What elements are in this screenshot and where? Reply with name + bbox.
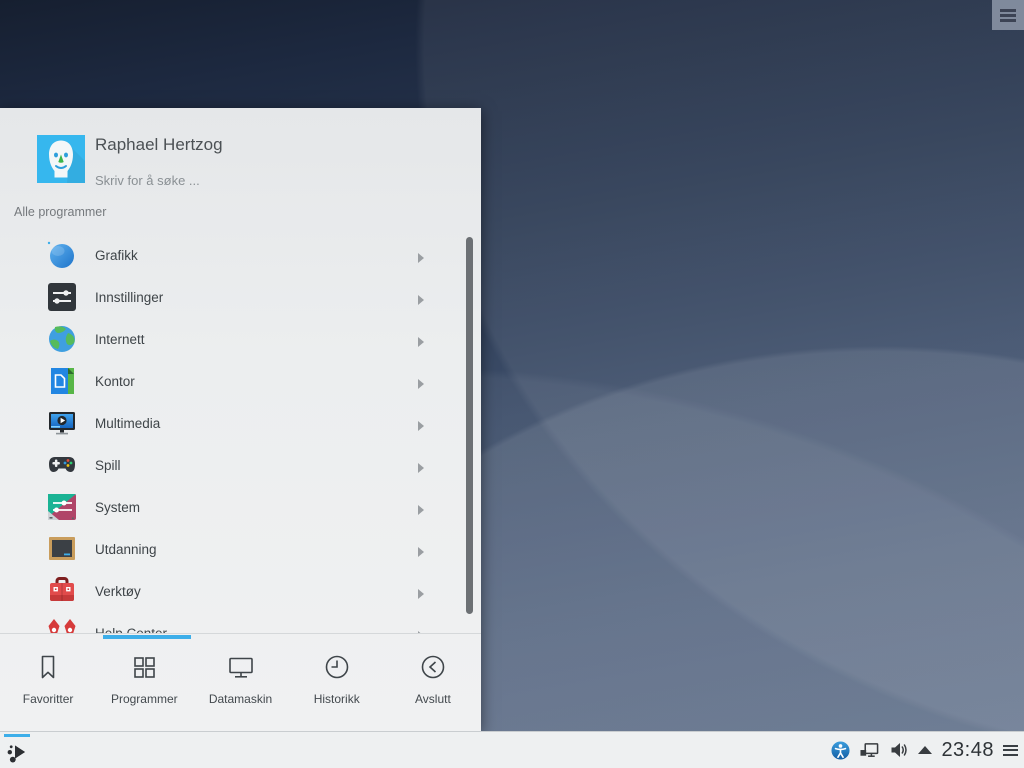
chevron-right-icon [417, 460, 425, 470]
menu-item-system[interactable]: System [0, 486, 481, 528]
tab-historikk[interactable]: Historikk [289, 639, 385, 731]
office-document-icon [46, 365, 78, 397]
accessibility-icon[interactable] [831, 741, 850, 760]
chevron-right-icon [417, 586, 425, 596]
menu-item-kontor[interactable]: Kontor [0, 360, 481, 402]
system-sliders-icon [46, 491, 78, 523]
volume-icon[interactable] [889, 740, 909, 760]
menu-item-innstillinger[interactable]: Innstillinger [0, 276, 481, 318]
settings-sliders-icon [46, 281, 78, 313]
digital-clock[interactable]: 23:48 [941, 739, 994, 762]
chevron-right-icon [417, 376, 425, 386]
chevron-right-icon [417, 544, 425, 554]
chevron-right-icon [417, 334, 425, 344]
chevron-right-icon [417, 418, 425, 428]
computer-icon [225, 651, 257, 683]
kickoff-launcher-menu: Raphael Hertzog Skriv for å søke ... All… [0, 108, 481, 731]
menu-item-internett[interactable]: Internett [0, 318, 481, 360]
kickoff-tab-bar: Favoritter Programmer Datamaskin [0, 639, 481, 731]
tab-favoritter[interactable]: Favoritter [0, 639, 96, 731]
tab-datamaskin[interactable]: Datamaskin [192, 639, 288, 731]
chevron-right-icon [417, 292, 425, 302]
overflow-menu-icon[interactable] [1003, 742, 1018, 758]
bookmark-icon [32, 651, 64, 683]
desktop-toolbox-button[interactable] [992, 0, 1024, 30]
blackboard-icon [46, 533, 78, 565]
tab-avslutt[interactable]: Avslutt [385, 639, 481, 731]
leave-icon [417, 651, 449, 683]
menu-item-help-center[interactable]: Help Center [0, 612, 481, 633]
app-launcher-button[interactable] [4, 732, 32, 768]
screen: Raphael Hertzog Skriv for å søke ... All… [0, 0, 1024, 768]
media-player-icon [46, 407, 78, 439]
tab-bar-divider [0, 633, 481, 634]
menu-item-utdanning[interactable]: Utdanning [0, 528, 481, 570]
menu-item-multimedia[interactable]: Multimedia [0, 402, 481, 444]
user-avatar[interactable] [37, 135, 85, 183]
help-center-icon [46, 617, 78, 633]
network-icon[interactable] [859, 741, 880, 760]
system-tray: 23:48 [831, 732, 1018, 768]
user-name: Raphael Hertzog [95, 135, 223, 155]
hamburger-menu-icon [1000, 7, 1016, 24]
breadcrumb-all-programs: Alle programmer [14, 205, 106, 219]
history-clock-icon [321, 651, 353, 683]
toolbox-icon [46, 575, 78, 607]
menu-item-spill[interactable]: Spill [0, 444, 481, 486]
launcher-active-indicator [4, 734, 30, 737]
menu-item-verktoy[interactable]: Verktøy [0, 570, 481, 612]
expand-up-icon[interactable] [918, 746, 932, 754]
gamepad-icon [46, 449, 78, 481]
chevron-right-icon [417, 502, 425, 512]
scrollbar[interactable] [466, 237, 473, 614]
applications-grid-icon [128, 651, 160, 683]
graphics-sphere-icon [46, 239, 78, 271]
menu-item-grafikk[interactable]: Grafikk [0, 234, 481, 276]
app-launcher-icon [5, 739, 31, 768]
category-list: Grafikk Innstillinger I [0, 234, 481, 633]
globe-icon [46, 323, 78, 355]
search-input[interactable]: Skriv for å søke ... [95, 173, 200, 188]
chevron-right-icon [417, 250, 425, 260]
tab-programmer[interactable]: Programmer [96, 639, 192, 731]
taskbar-panel: 23:48 [0, 731, 1024, 768]
